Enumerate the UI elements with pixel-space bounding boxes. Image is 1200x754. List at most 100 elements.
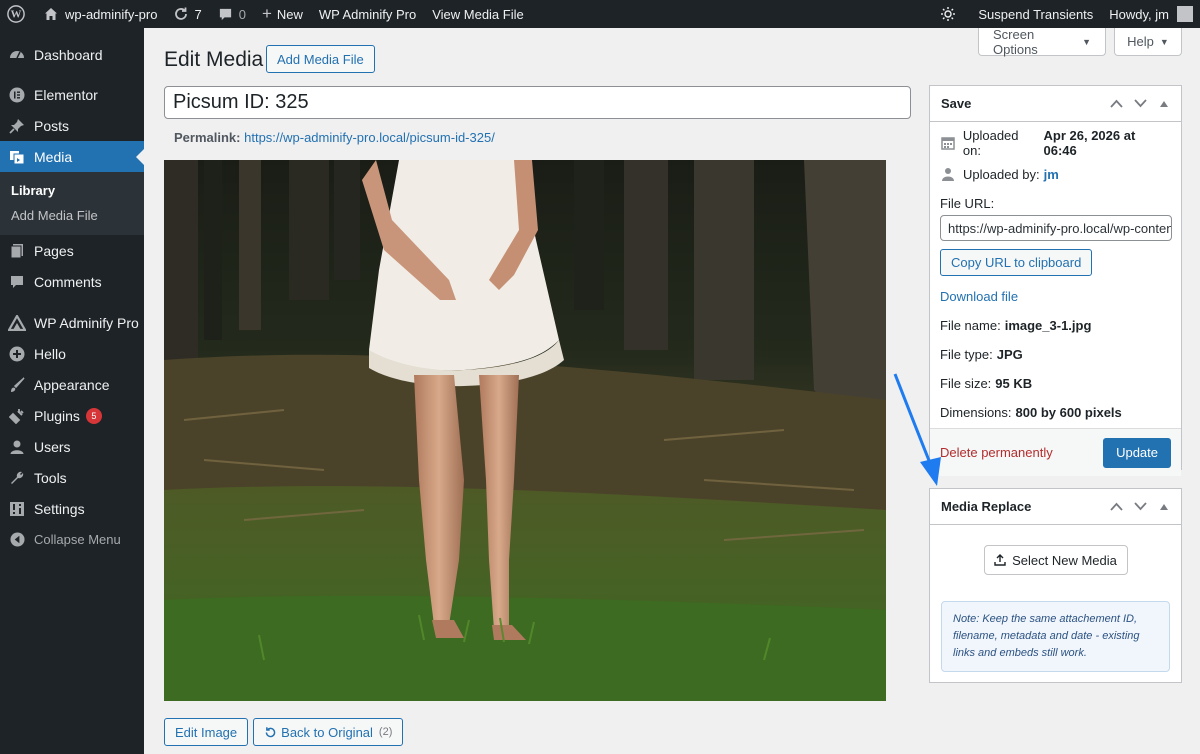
delete-permanently-link[interactable]: Delete permanently	[940, 445, 1053, 460]
help-label: Help	[1127, 34, 1154, 49]
media-replace-panel: Media Replace Select New Media Note: Kee…	[929, 488, 1182, 683]
user-icon	[940, 166, 956, 182]
move-up-icon[interactable]	[1107, 498, 1125, 516]
sidebar-item-label: Comments	[34, 273, 102, 290]
caret-down-icon: ▼	[1082, 36, 1091, 47]
file-url-value: https://wp-adminify-pro.local/wp-content…	[948, 220, 1171, 236]
submenu-item-library[interactable]: Library	[0, 179, 144, 204]
move-down-icon[interactable]	[1131, 498, 1149, 516]
file-name-row: File name: image_3-1.jpg	[930, 315, 1181, 335]
pin-icon	[8, 117, 26, 135]
dimensions-label: Dimensions:	[940, 404, 1012, 420]
upload-icon	[994, 554, 1006, 566]
sidebar-item-comments[interactable]: Comments	[0, 266, 144, 297]
file-url-label: File URL:	[940, 195, 995, 211]
file-size-value: 95 KB	[995, 375, 1033, 391]
copy-url-button[interactable]: Copy URL to clipboard	[940, 249, 1093, 276]
comments-link[interactable]: 0	[210, 0, 254, 28]
toggle-panel-icon[interactable]	[1155, 95, 1173, 113]
move-down-icon[interactable]	[1131, 95, 1149, 113]
media-submenu: Library Add Media File	[0, 172, 144, 235]
plugins-update-badge: 5	[85, 407, 102, 424]
sidebar-item-hello[interactable]: Hello	[0, 338, 144, 369]
sidebar-item-appearance[interactable]: Appearance	[0, 369, 144, 400]
sidebar-item-plugins[interactable]: Plugins 5	[0, 400, 144, 431]
uploaded-by-label: Uploaded by:	[963, 166, 1040, 182]
screen-options-button[interactable]: Screen Options ▼	[978, 26, 1106, 57]
sidebar-item-posts[interactable]: Posts	[0, 110, 144, 141]
sidebar-item-tools[interactable]: Tools	[0, 462, 144, 493]
sidebar-item-label: Dashboard	[34, 46, 103, 63]
svg-text:W: W	[11, 9, 22, 21]
suspend-transients-label: Suspend Transients	[978, 6, 1094, 22]
view-media-label: View Media File	[432, 6, 524, 22]
sidebar-item-adminify[interactable]: WP Adminify Pro	[0, 307, 144, 338]
add-media-file-button[interactable]: Add Media File	[266, 45, 375, 73]
sidebar-item-label: WP Adminify Pro	[34, 314, 139, 331]
site-name: wp-adminify-pro	[65, 6, 158, 22]
media-replace-title: Media Replace	[941, 499, 1032, 514]
wordpress-logo-icon[interactable]: W	[0, 0, 35, 28]
suspend-transients-link[interactable]: Suspend Transients	[970, 0, 1101, 28]
help-button[interactable]: Help ▼	[1114, 28, 1182, 56]
file-name-value: image_3-1.jpg	[1004, 317, 1092, 333]
adminify-link[interactable]: WP Adminify Pro	[311, 0, 424, 28]
site-name-link[interactable]: wp-adminify-pro	[35, 0, 165, 28]
updates-link[interactable]: 7	[165, 0, 209, 28]
file-url-input[interactable]: https://wp-adminify-pro.local/wp-content…	[940, 215, 1172, 241]
sidebar-item-media[interactable]: Media	[0, 141, 144, 172]
sidebar-item-label: Tools	[34, 469, 67, 486]
uploaded-on-row: Uploaded on: Apr 26, 2026 at 06:46	[930, 128, 1181, 158]
select-new-media-button[interactable]: Select New Media	[983, 545, 1128, 575]
sidebar-item-settings[interactable]: Settings	[0, 493, 144, 524]
view-media-link[interactable]: View Media File	[424, 0, 532, 28]
undo-icon	[265, 726, 276, 737]
dimensions-value: 800 by 600 pixels	[1015, 404, 1122, 420]
sidebar-item-pages[interactable]: Pages	[0, 235, 144, 266]
uploaded-by-link[interactable]: jm	[1044, 167, 1059, 182]
account-menu[interactable]: Howdy, jm	[1101, 0, 1200, 28]
sidebar-item-label: Elementor	[34, 86, 98, 103]
toggle-panel-icon[interactable]	[1155, 498, 1173, 516]
sidebar-item-label: Settings	[34, 500, 85, 517]
brush-icon	[8, 376, 26, 394]
plus-icon: +	[261, 4, 272, 23]
dashboard-icon	[8, 46, 26, 64]
media-icon	[8, 148, 26, 166]
collapse-menu-button[interactable]: Collapse Menu	[0, 524, 144, 555]
updates-count: 7	[194, 6, 202, 22]
adminify-icon	[8, 314, 26, 332]
save-panel: Save Uploaded on: Apr 26, 2026 at 06:46 …	[929, 85, 1182, 476]
plug-icon	[8, 407, 26, 425]
media-title-input[interactable]: Picsum ID: 325	[164, 86, 911, 119]
image-edit-actions: Edit Image Back to Original (2)	[164, 718, 404, 746]
update-button[interactable]: Update	[1103, 437, 1171, 468]
sidebar-item-users[interactable]: Users	[0, 431, 144, 462]
media-replace-header: Media Replace	[930, 489, 1181, 525]
download-file-link[interactable]: Download file	[940, 289, 1018, 304]
admin-sidebar: Dashboard Elementor Posts Media Library …	[0, 28, 144, 754]
new-content-link[interactable]: + New	[254, 0, 311, 28]
sidebar-item-label: Posts	[34, 117, 70, 134]
screen-options-label: Screen Options	[993, 26, 1038, 57]
adminify-label: WP Adminify Pro	[318, 6, 417, 22]
file-size-row: File size: 95 KB	[930, 373, 1181, 393]
collapse-icon	[8, 531, 26, 549]
sidebar-item-elementor[interactable]: Elementor	[0, 79, 144, 110]
admin-bar: W wp-adminify-pro 7 0 + New WP Adminify …	[0, 0, 1200, 28]
move-up-icon[interactable]	[1107, 95, 1125, 113]
users-icon	[8, 438, 26, 456]
new-label: New	[276, 6, 303, 22]
sidebar-item-label: Media	[34, 148, 73, 165]
calendar-icon	[940, 135, 956, 151]
permalink-link[interactable]: https://wp-adminify-pro.local/picsum-id-…	[244, 130, 495, 145]
updates-icon	[175, 7, 188, 20]
sidebar-item-dashboard[interactable]: Dashboard	[0, 39, 144, 70]
edit-image-button[interactable]: Edit Image	[164, 718, 249, 746]
sidebar-item-label: Users	[34, 438, 71, 455]
theme-toggle-icon[interactable]	[932, 0, 970, 28]
submenu-item-add-media[interactable]: Add Media File	[0, 204, 144, 229]
dimensions-row: Dimensions: 800 by 600 pixels	[930, 402, 1181, 422]
back-to-original-button[interactable]: Back to Original (2)	[253, 718, 404, 746]
file-type-label: File type:	[940, 346, 993, 362]
